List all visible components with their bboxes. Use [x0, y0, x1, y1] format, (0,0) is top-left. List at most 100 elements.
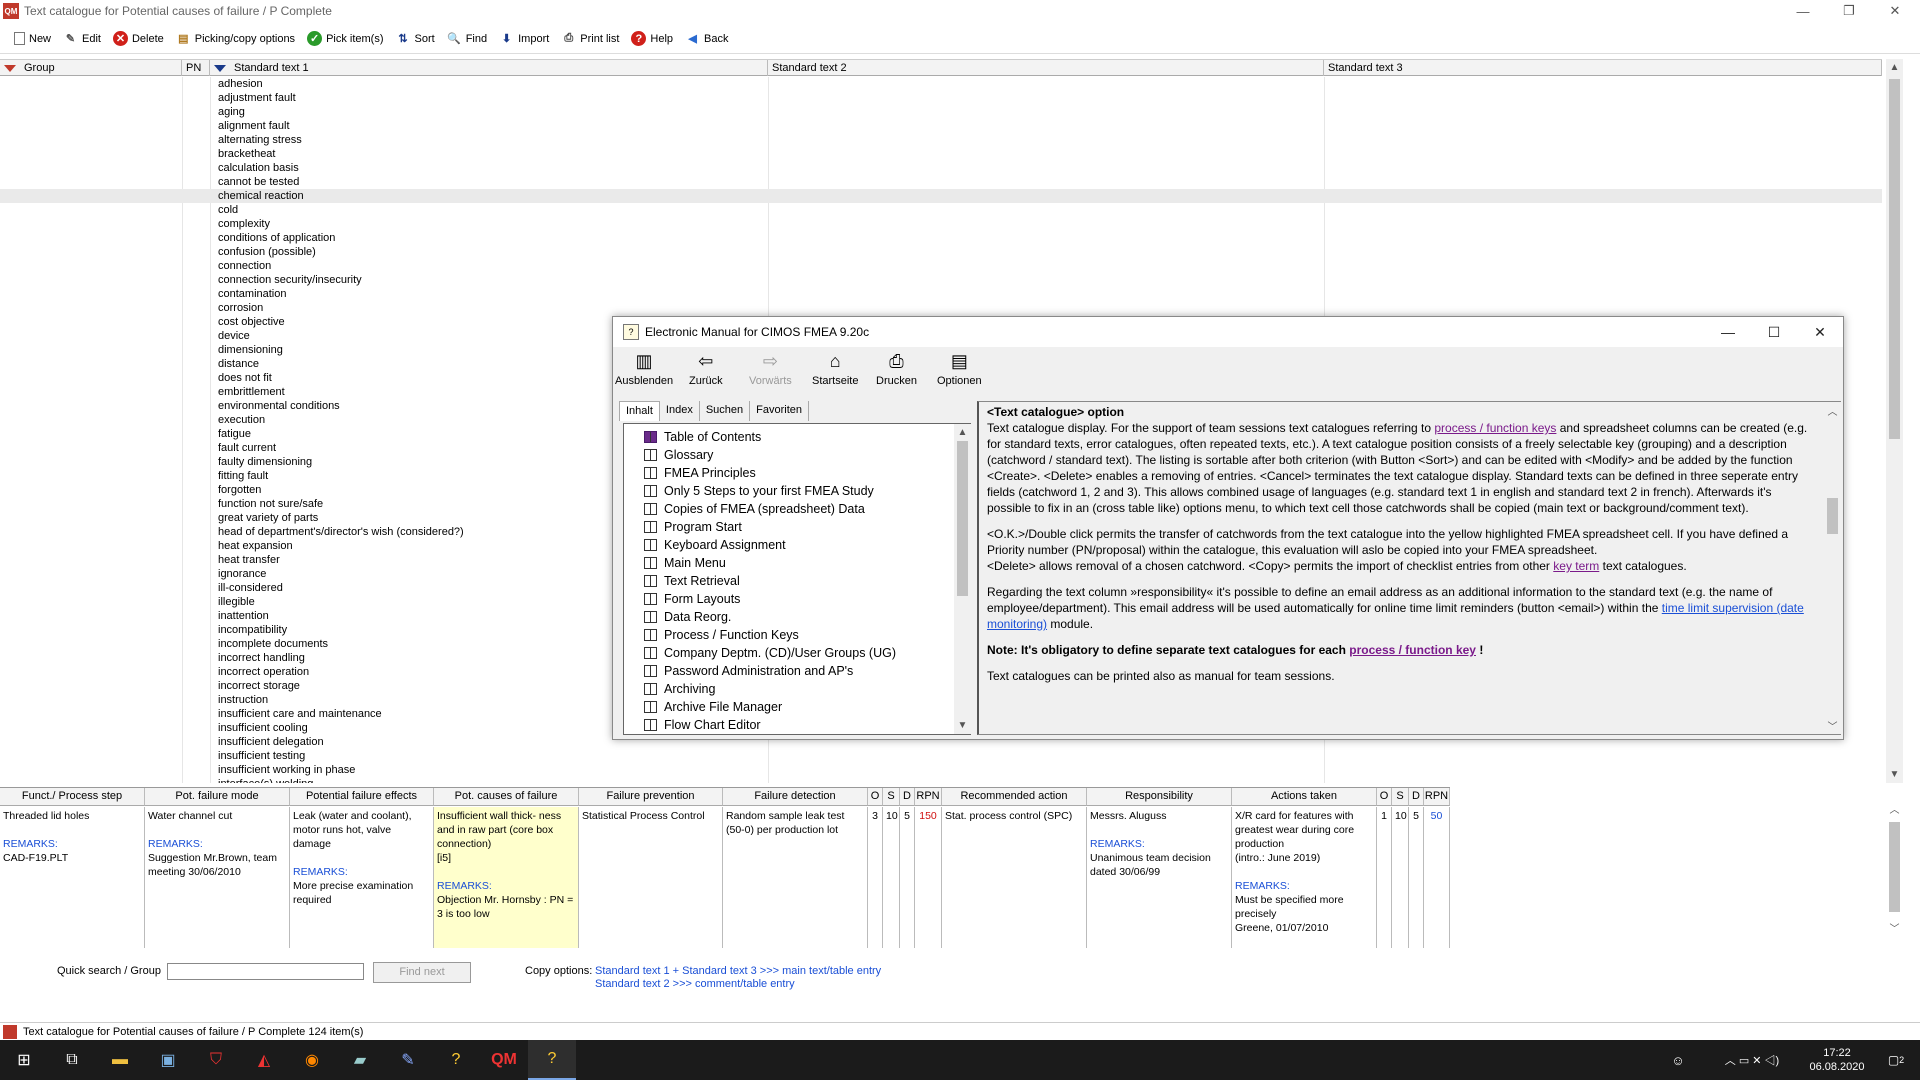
cell-d2[interactable]: 5 — [1409, 807, 1424, 948]
table-row[interactable]: alignment fault — [0, 119, 1882, 133]
help-close-button[interactable]: ✕ — [1797, 317, 1843, 347]
cell-causes-of-failure[interactable]: Insufficient wall thick- ness and in raw… — [434, 807, 579, 948]
shield-icon[interactable]: ⛉ — [192, 1040, 240, 1080]
task-view-icon[interactable]: ⧉ — [48, 1040, 96, 1080]
options-help-button[interactable]: ▤ Optionen — [937, 349, 982, 403]
toc-item[interactable]: Form Layouts — [644, 590, 740, 608]
scroll-up-icon[interactable]: ︿ — [1886, 800, 1903, 817]
import-button[interactable]: ⬇ Import — [499, 31, 549, 46]
file-explorer-icon[interactable]: ▬ — [96, 1040, 144, 1080]
minimize-button[interactable]: — — [1780, 0, 1826, 22]
toc-item[interactable]: Program Start — [644, 518, 742, 536]
table-row[interactable]: adhesion — [0, 77, 1882, 91]
fmea-column-header[interactable]: Actions taken — [1232, 788, 1377, 806]
fmea-column-header[interactable]: O — [1377, 788, 1392, 806]
toc-item[interactable]: Text Retrieval — [644, 572, 740, 590]
toc-item[interactable]: Archive File Manager — [644, 698, 782, 716]
people-icon[interactable]: ☺ — [1654, 1040, 1702, 1080]
restore-button[interactable]: ❐ — [1826, 0, 1872, 22]
firefox-icon[interactable]: ◉ — [288, 1040, 336, 1080]
toc-item[interactable]: Keyboard Assignment — [644, 536, 786, 554]
tab-favoriten[interactable]: Favoriten — [750, 401, 810, 421]
toc-item[interactable]: Glossary — [644, 446, 713, 464]
cell-responsibility[interactable]: Messrs. Aluguss REMARKS: Unanimous team de… — [1087, 807, 1232, 948]
fmea-column-header[interactable]: Failure detection — [723, 788, 868, 806]
toc-item[interactable]: Archiving — [644, 680, 715, 698]
help-maximize-button[interactable]: ☐ — [1751, 317, 1797, 347]
toc-scrollbar[interactable]: ▲ ▼ — [954, 424, 971, 734]
toc-item[interactable]: Company Deptm. (CD)/User Groups (UG) — [644, 644, 896, 662]
process-function-key-link[interactable]: process / function key — [1349, 643, 1476, 657]
table-row[interactable]: bracketheat — [0, 147, 1882, 161]
cell-failure-prevention[interactable]: Statistical Process Control — [579, 807, 723, 948]
table-row[interactable]: cannot be tested — [0, 175, 1882, 189]
cell-s2[interactable]: 10 — [1392, 807, 1409, 948]
notification-icon[interactable]: ▢ 2 — [1872, 1040, 1920, 1080]
fmea-column-header[interactable]: Responsibility — [1087, 788, 1232, 806]
table-row[interactable]: confusion (possible) — [0, 245, 1882, 259]
toc-item[interactable]: Table of Contents — [644, 428, 761, 446]
table-row[interactable]: connection security/insecurity — [0, 273, 1882, 287]
scroll-up-icon[interactable]: ▲ — [1886, 59, 1903, 76]
table-row[interactable]: conditions of application — [0, 231, 1882, 245]
help-manual-app-icon[interactable]: ? — [528, 1040, 576, 1080]
home-help-button[interactable]: ⌂ Startseite — [812, 349, 858, 403]
column-header-standard-text-1[interactable]: Standard text 1 — [210, 60, 768, 76]
sort-button[interactable]: ⇅ Sort — [396, 31, 434, 46]
fmea-column-header[interactable]: Funct./ Process step — [0, 788, 145, 806]
cell-recommended-action[interactable]: Stat. process control (SPC) — [942, 807, 1087, 948]
forward-help-button[interactable]: ⇨ Vorwärts — [749, 349, 792, 403]
toc-item[interactable]: Data Reorg. — [644, 608, 731, 626]
table-row[interactable]: corrosion — [0, 301, 1882, 315]
back-help-button[interactable]: ⇦ Zurück — [689, 349, 723, 403]
pick-items-button[interactable]: ✓ Pick item(s) — [307, 31, 384, 46]
print-help-button[interactable]: ⎙ Drucken — [876, 349, 917, 403]
acrobat-icon[interactable]: ◭ — [240, 1040, 288, 1080]
fmea-column-header[interactable]: Recommended action — [942, 788, 1087, 806]
column-header-group[interactable]: Group — [0, 60, 182, 76]
process-function-keys-link[interactable]: process / function keys — [1434, 421, 1556, 435]
table-row[interactable]: contamination — [0, 287, 1882, 301]
notes-icon[interactable]: ▰ — [336, 1040, 384, 1080]
table-row[interactable]: insufficient working in phase — [0, 763, 1882, 777]
scroll-down-icon[interactable]: ﹀ — [1886, 919, 1903, 936]
cell-process-step[interactable]: Threaded lid holes REMARKS: CAD-F19.PLT — [0, 807, 145, 948]
copy-option-1[interactable]: Standard text 1 + Standard text 3 >>> ma… — [595, 965, 881, 977]
toc-item[interactable]: Flow Chart Editor — [644, 716, 761, 734]
scroll-down-icon[interactable]: ﹀ — [1824, 717, 1841, 734]
toc-item[interactable]: Main Menu — [644, 554, 726, 572]
fmea-column-header[interactable]: RPN — [915, 788, 942, 806]
table-row[interactable]: aging — [0, 105, 1882, 119]
scroll-thumb[interactable] — [1889, 822, 1900, 912]
cell-o2[interactable]: 1 — [1377, 807, 1392, 948]
cell-s[interactable]: 10 — [883, 807, 900, 948]
back-button[interactable]: ◀ Back — [685, 31, 728, 46]
fmea-column-header[interactable]: Potential failure effects — [290, 788, 434, 806]
find-button[interactable]: 🔍 Find — [447, 31, 487, 46]
fmea-column-header[interactable]: Failure prevention — [579, 788, 723, 806]
fmea-scrollbar[interactable]: ︿ ﹀ — [1886, 800, 1903, 936]
windows-start-icon[interactable]: ⊞ — [0, 1040, 48, 1080]
tab-suchen[interactable]: Suchen — [700, 401, 751, 421]
toc-item[interactable]: Process / Function Keys — [644, 626, 799, 644]
key-term-link[interactable]: key term — [1553, 559, 1599, 573]
toc-item[interactable]: Password Administration and AP's — [644, 662, 853, 680]
toc-item[interactable]: FMEA Principles — [644, 464, 756, 482]
toc-item[interactable]: Only 5 Steps to your first FMEA Study — [644, 482, 874, 500]
help-minimize-button[interactable]: — — [1705, 317, 1751, 347]
table-row[interactable]: connection — [0, 259, 1882, 273]
clock[interactable]: 17:22 06.08.2020 — [1802, 1046, 1872, 1074]
cell-o[interactable]: 3 — [868, 807, 883, 948]
table-row[interactable]: insufficient testing — [0, 749, 1882, 763]
table-row[interactable]: calculation basis — [0, 161, 1882, 175]
copy-option-2[interactable]: Standard text 2 >>> comment/table entry — [595, 978, 795, 990]
scroll-up-icon[interactable]: ▲ — [954, 424, 971, 441]
column-header-standard-text-2[interactable]: Standard text 2 — [768, 60, 1324, 76]
cell-actions-taken[interactable]: X/R card for features with greatest wear… — [1232, 807, 1377, 948]
qm-app-icon[interactable]: QM — [480, 1040, 528, 1080]
scroll-thumb[interactable] — [1889, 79, 1900, 439]
quick-search-input[interactable] — [167, 963, 364, 980]
computer-icon[interactable]: ▣ — [144, 1040, 192, 1080]
toc-item[interactable]: Copies of FMEA (spreadsheet) Data — [644, 500, 865, 518]
cell-failure-detection[interactable]: Random sample leak test (50-0) per produ… — [723, 807, 868, 948]
